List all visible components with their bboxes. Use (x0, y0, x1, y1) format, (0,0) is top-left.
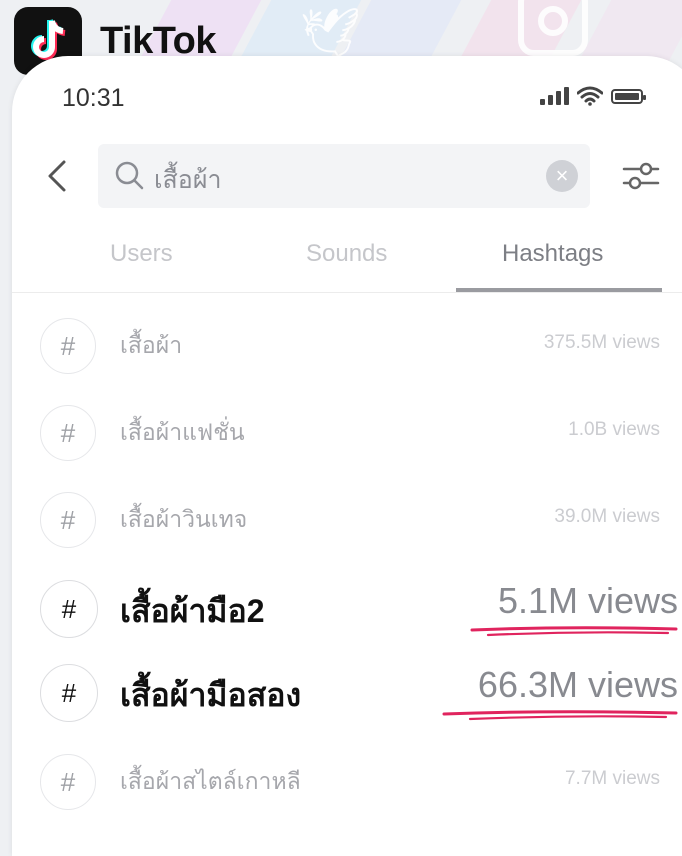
phone-screen: 10:31 เสื้อผ้า × Users Sounds Hashtags #… (12, 56, 682, 856)
tab-bar: Users Sounds Hashtags (12, 224, 682, 293)
hashtag-row[interactable]: # เสื้อผ้าวินเทจ 39.0M views (12, 482, 682, 552)
instagram-icon (518, 0, 588, 56)
hashtag-row[interactable]: # เสื้อผ้าแฟชั่น 1.0B views (12, 395, 682, 465)
status-icons (540, 86, 646, 106)
hashtag-row[interactable]: # เสื้อผ้าสไตล์เกาหลี 7.7M views (12, 744, 682, 814)
status-time: 10:31 (62, 84, 125, 112)
signal-icon (540, 87, 569, 105)
active-tab-indicator (456, 288, 662, 292)
hashtag-row[interactable]: # เสื้อผ้า 375.5M views (12, 308, 682, 378)
back-chevron-icon[interactable] (40, 158, 76, 194)
hashtag-name: เสื้อผ้าวินเทจ (120, 506, 248, 532)
clear-icon[interactable]: × (546, 160, 578, 192)
hashtag-name: เสื้อผ้า (120, 332, 183, 358)
hashtag-icon: # (40, 754, 96, 810)
wifi-icon (577, 86, 603, 106)
hashtag-icon: # (40, 664, 98, 722)
twitter-bird-icon: 🕊 (300, 7, 361, 60)
hashtag-name: เสื้อผ้าสไตล์เกาหลี (120, 768, 301, 794)
hashtag-icon: # (40, 405, 96, 461)
hashtag-views: 1.0B views (568, 419, 660, 440)
hashtag-name: เสื้อผ้าแฟชั่น (120, 419, 245, 445)
hashtag-icon: # (40, 492, 96, 548)
hashtag-name: เสื้อผ้ามือ2 (120, 593, 265, 629)
status-bar: 10:31 (12, 56, 682, 136)
filter-icon[interactable] (622, 160, 660, 192)
tab-sounds[interactable]: Sounds (306, 240, 387, 268)
tab-users[interactable]: Users (110, 240, 173, 268)
hashtag-views: 7.7M views (564, 768, 660, 789)
search-box[interactable]: เสื้อผ้า × (98, 144, 590, 208)
hashtag-views: 39.0M views (554, 506, 660, 527)
highlight-underline (470, 626, 678, 637)
hashtag-row-highlighted[interactable]: # เสื้อผ้ามือสอง 66.3M views (12, 654, 682, 724)
hashtag-views: 375.5M views (543, 332, 660, 353)
hashtag-row-highlighted[interactable]: # เสื้อผ้ามือ2 5.1M views (12, 570, 682, 640)
search-icon (115, 161, 144, 190)
highlight-underline (442, 710, 678, 721)
hashtag-views: 5.1M views (497, 580, 678, 621)
tab-hashtags[interactable]: Hashtags (502, 240, 603, 268)
battery-icon (611, 88, 646, 104)
hashtag-views: 66.3M views (477, 664, 678, 705)
search-input[interactable]: เสื้อผ้า (154, 160, 222, 200)
hashtag-name: เสื้อผ้ามือสอง (120, 677, 302, 713)
search-row: เสื้อผ้า × (12, 142, 682, 210)
hashtag-icon: # (40, 318, 96, 374)
hashtag-icon: # (40, 580, 98, 638)
